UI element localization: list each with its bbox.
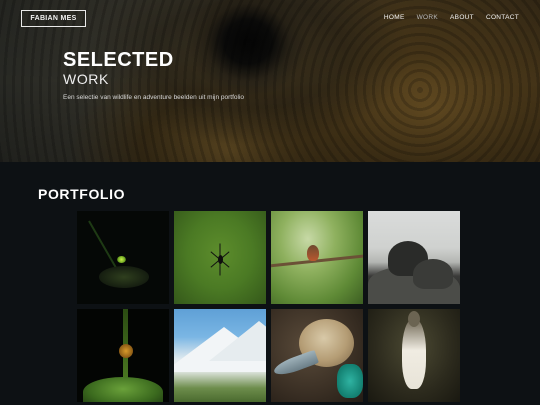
- photo-detail: [218, 255, 223, 264]
- portfolio-image-booby-head[interactable]: [271, 309, 363, 402]
- nav-about[interactable]: ABOUT: [450, 14, 474, 21]
- nav-home[interactable]: HOME: [384, 14, 405, 21]
- portfolio-image-iguanas[interactable]: [368, 211, 460, 304]
- photo-detail: [88, 220, 120, 274]
- hero-title: SELECTED WORK: [63, 49, 174, 88]
- nav-contact[interactable]: CONTACT: [486, 14, 519, 21]
- portfolio-image-mountains[interactable]: [174, 309, 266, 402]
- site-logo[interactable]: FABIAN MES: [21, 10, 86, 27]
- photo-detail: [99, 266, 149, 288]
- portfolio-image-hummingbird[interactable]: [271, 211, 363, 304]
- photo-detail: [307, 245, 319, 261]
- portfolio-image-frog[interactable]: [77, 309, 169, 402]
- portfolio-grid: [77, 211, 463, 402]
- nav-work[interactable]: WORK: [417, 14, 438, 21]
- photo-detail: [271, 349, 320, 379]
- photo-detail: [117, 256, 126, 263]
- hero-subtitle: Een selectie van wildlife en adventure b…: [63, 94, 245, 101]
- photo-detail: [408, 311, 420, 327]
- hero-title-line1: SELECTED: [63, 49, 174, 71]
- portfolio-image-booby[interactable]: [368, 309, 460, 402]
- photo-detail: [83, 377, 163, 402]
- main-nav: HOME WORK ABOUT CONTACT: [384, 14, 519, 21]
- portfolio-image-firefly[interactable]: [77, 211, 169, 304]
- photo-detail: [337, 364, 363, 398]
- photo-detail: [413, 259, 453, 289]
- hero-banner: FABIAN MES HOME WORK ABOUT CONTACT SELEC…: [0, 0, 540, 162]
- photo-detail: [402, 319, 426, 389]
- portfolio-title: PORTFOLIO: [38, 186, 126, 202]
- photo-detail: [209, 321, 266, 361]
- hero-title-line2: WORK: [63, 71, 109, 87]
- portfolio-image-spider[interactable]: [174, 211, 266, 304]
- photo-detail: [119, 344, 133, 358]
